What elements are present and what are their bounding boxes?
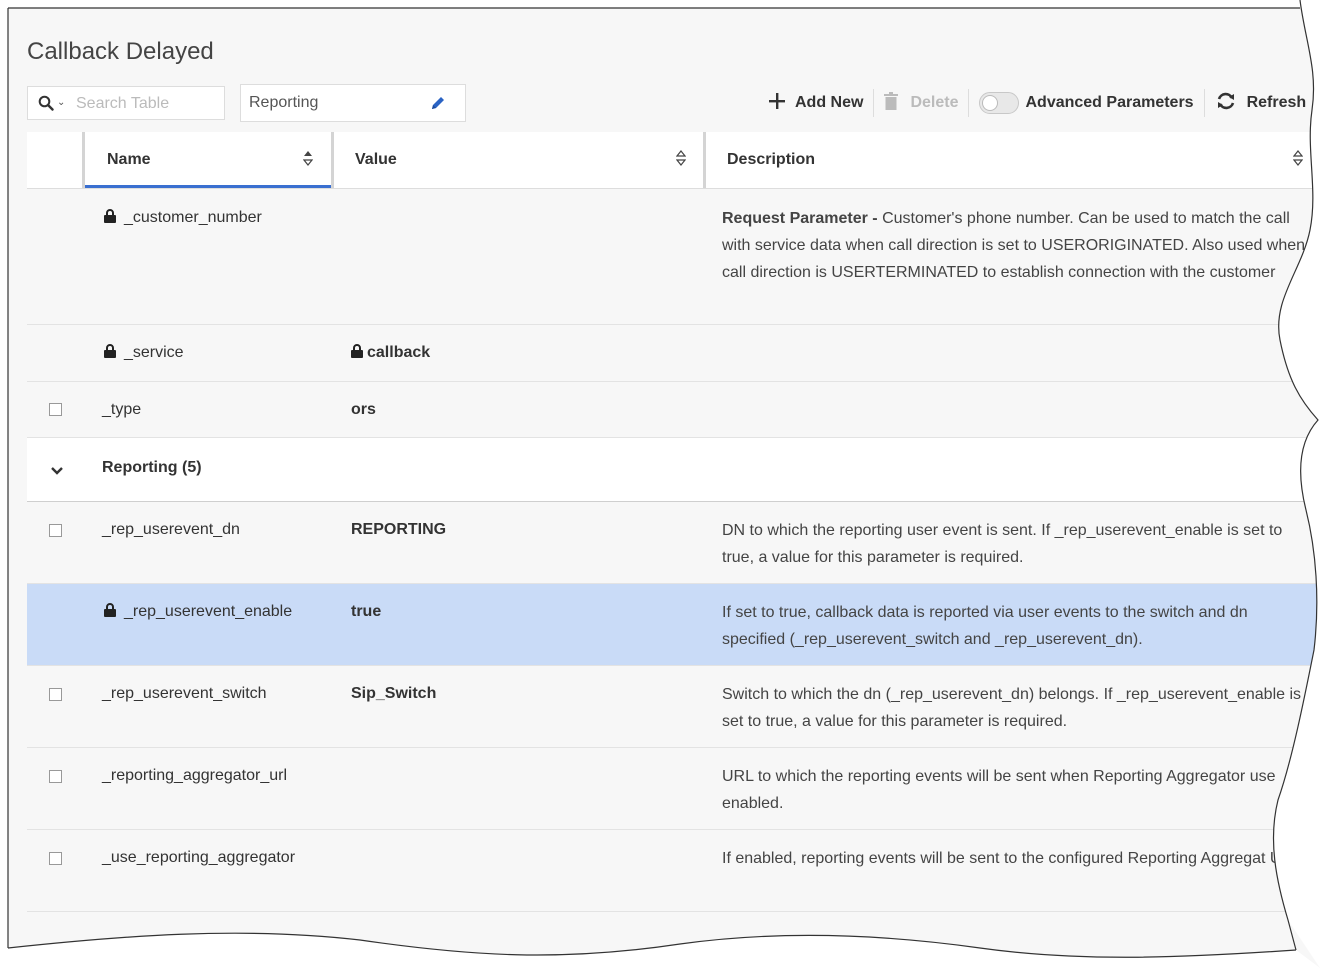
- description-lead: Request Parameter -: [722, 210, 878, 227]
- page-title: Callback Delayed: [27, 38, 214, 65]
- param-description: URL to which the reporting events will b…: [722, 768, 1276, 812]
- advanced-parameters-label: Advanced Parameters: [1025, 94, 1194, 111]
- table-toolbar: ⌄ Reporting Add New Delete: [27, 84, 1320, 126]
- delete-label: Delete: [910, 94, 959, 111]
- sort-icon[interactable]: [302, 150, 314, 171]
- param-description: If set to true, callback data is reporte…: [722, 604, 1248, 648]
- param-name: _service: [104, 344, 184, 363]
- param-value: Sip_Switch: [351, 685, 437, 702]
- table-row[interactable]: _use_reporting_aggregator If enabled, re…: [27, 830, 1320, 912]
- column-value-label: Value: [355, 151, 397, 168]
- row-checkbox[interactable]: [49, 852, 62, 865]
- group-row-reporting[interactable]: Reporting (5): [27, 438, 1320, 502]
- group-filter-field[interactable]: Reporting: [240, 84, 466, 122]
- callback-delayed-page: Callback Delayed ⌄ Reporting Add New: [8, 8, 1320, 968]
- param-name: _rep_userevent_dn: [102, 521, 240, 538]
- table-row[interactable]: _rep_userevent_dn REPORTING DN to which …: [27, 502, 1320, 584]
- param-value: true: [351, 603, 382, 620]
- param-name-text: _rep_userevent_enable: [124, 603, 293, 620]
- table-row[interactable]: _customer_number Request Parameter - Cus…: [27, 189, 1320, 325]
- row-checkbox[interactable]: [49, 688, 62, 701]
- toolbar-divider: [1203, 89, 1205, 117]
- sort-icon[interactable]: [675, 150, 687, 171]
- group-filter-value: Reporting: [249, 94, 319, 111]
- toolbar-divider: [968, 89, 970, 117]
- table-row-selected[interactable]: _rep_userevent_enable true If set to tru…: [27, 584, 1320, 666]
- param-name: _type: [102, 401, 142, 418]
- table-header: Name Value Description: [27, 132, 1320, 189]
- sort-icon[interactable]: [1292, 150, 1304, 171]
- table-row[interactable]: _service callback: [27, 325, 1320, 382]
- param-description: DN to which the reporting user event is …: [722, 522, 1283, 566]
- param-name: _rep_userevent_switch: [102, 685, 267, 702]
- parameters-table: Name Value Description _customer_number …: [27, 132, 1320, 912]
- column-name-label: Name: [107, 151, 151, 168]
- param-description: Switch to which the dn (_rep_userevent_d…: [722, 686, 1302, 730]
- param-value: ors: [351, 401, 376, 418]
- toggle-switch[interactable]: [979, 92, 1020, 114]
- refresh-icon: [1215, 91, 1237, 116]
- row-checkbox[interactable]: [49, 770, 62, 783]
- delete-button[interactable]: Delete: [884, 86, 958, 120]
- table-row[interactable]: _reporting_aggregator_url URL to which t…: [27, 748, 1320, 830]
- toolbar-actions: Add New Delete Advanced Parameters Refre…: [769, 86, 1306, 120]
- param-name-text: _customer_number: [124, 209, 262, 226]
- row-checkbox[interactable]: [49, 403, 62, 416]
- sort-active-underline: [85, 185, 331, 188]
- trash-icon: [884, 91, 899, 115]
- chevron-down-icon[interactable]: [51, 463, 63, 481]
- param-value-text: callback: [367, 344, 431, 361]
- column-header-description[interactable]: Description: [706, 132, 1306, 188]
- refresh-button[interactable]: Refresh: [1215, 86, 1307, 120]
- param-value: callback: [351, 344, 430, 363]
- lock-icon: [104, 344, 116, 363]
- plus-icon: [769, 92, 785, 114]
- column-header-value[interactable]: Value: [334, 132, 703, 188]
- param-name-text: _service: [124, 344, 184, 361]
- column-header-name[interactable]: Name: [85, 132, 331, 188]
- toggle-knob: [982, 95, 999, 111]
- param-name: _customer_number: [104, 209, 262, 228]
- param-name: _reporting_aggregator_url: [102, 767, 288, 784]
- group-label: Reporting (5): [102, 459, 202, 476]
- table-row[interactable]: _rep_userevent_switch Sip_Switch Switch …: [27, 666, 1320, 748]
- lock-icon: [104, 603, 116, 622]
- param-description: Request Parameter - Customer's phone num…: [722, 205, 1312, 286]
- param-description: If enabled, reporting events will be sen…: [722, 850, 1307, 867]
- add-new-button[interactable]: Add New: [769, 86, 863, 120]
- advanced-parameters-toggle[interactable]: Advanced Parameters: [979, 86, 1194, 120]
- param-value: REPORTING: [351, 521, 447, 538]
- lock-icon: [104, 209, 116, 228]
- column-description-label: Description: [727, 151, 816, 168]
- table-row[interactable]: _type ors: [27, 382, 1320, 438]
- param-name: _use_reporting_aggregator: [102, 849, 296, 866]
- toolbar-divider: [873, 89, 875, 117]
- search-scope-chevron-down-icon[interactable]: ⌄: [57, 97, 65, 108]
- search-input[interactable]: [74, 94, 218, 114]
- param-name: _rep_userevent_enable: [104, 603, 292, 622]
- search-icon[interactable]: [38, 95, 54, 116]
- pencil-icon[interactable]: [429, 94, 447, 117]
- add-new-label: Add New: [795, 94, 864, 111]
- search-box[interactable]: ⌄: [27, 86, 225, 120]
- refresh-label: Refresh: [1246, 94, 1307, 111]
- lock-icon: [351, 344, 363, 363]
- row-checkbox[interactable]: [49, 524, 62, 537]
